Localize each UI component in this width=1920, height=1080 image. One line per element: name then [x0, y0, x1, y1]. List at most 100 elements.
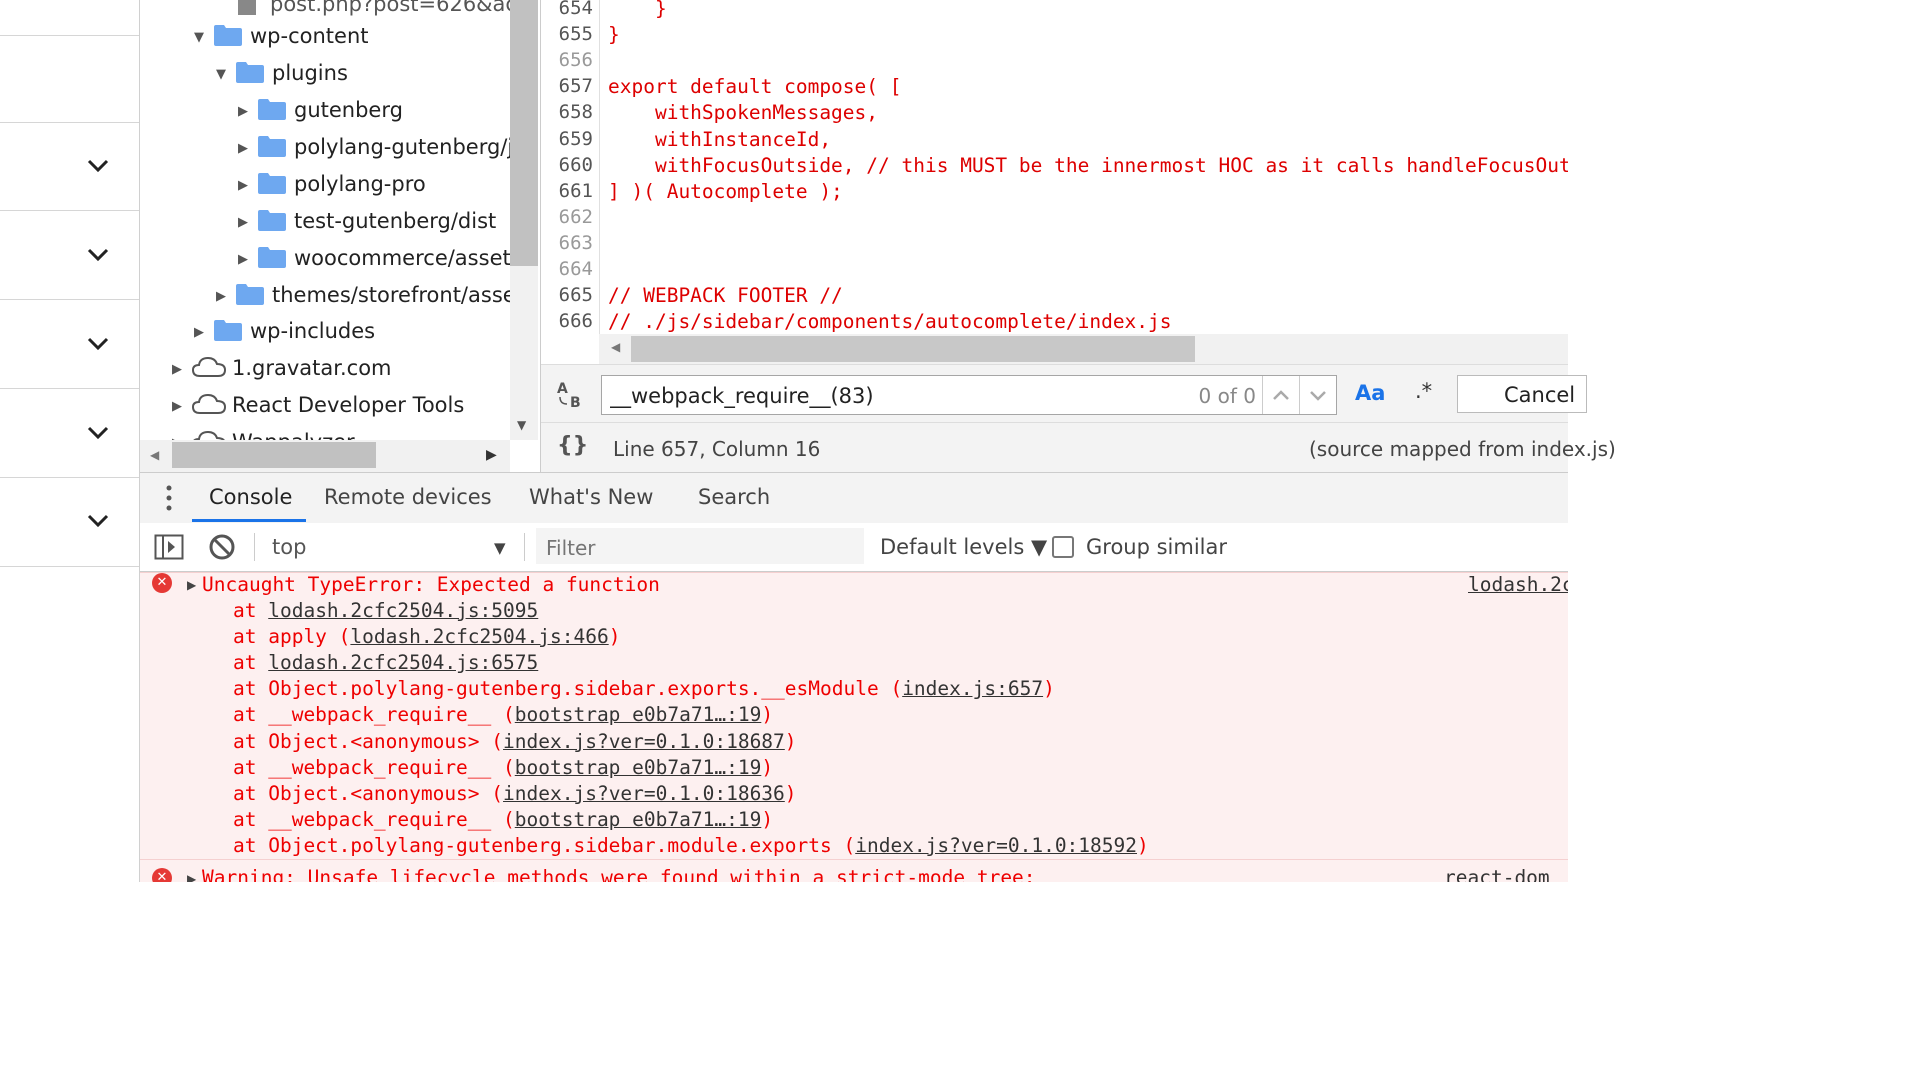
dropdown-arrow-icon[interactable]: ▼: [494, 539, 506, 557]
tab-remote-devices[interactable]: Remote devices: [324, 485, 492, 509]
error-source-link[interactable]: lodash.2cfc2504.js:5095: [1468, 573, 1568, 596]
tree-item-themes[interactable]: ▶ themes/storefront/asset: [214, 277, 524, 314]
stack-frame-link[interactable]: lodash.2cfc2504.js:6575: [268, 651, 538, 674]
code-line[interactable]: export default compose( [: [608, 75, 902, 98]
expand-triangle-icon[interactable]: ▼: [192, 19, 206, 56]
chevron-down-icon[interactable]: [86, 332, 110, 356]
code-line[interactable]: // WEBPACK FOOTER //: [608, 284, 843, 307]
source-mapped-link[interactable]: (source mapped from index.js): [1309, 437, 1616, 461]
expand-triangle-icon[interactable]: ▶: [214, 278, 228, 315]
scroll-left-arrow-icon[interactable]: ◀: [150, 448, 159, 462]
tree-item-plugins[interactable]: ▼ plugins: [214, 55, 348, 92]
expand-triangle-icon[interactable]: ▼: [214, 56, 228, 93]
regex-button[interactable]: .*: [1415, 379, 1432, 403]
log-levels-dropdown[interactable]: Default levels ▼: [880, 535, 1047, 559]
stack-frame-link[interactable]: bootstrap e0b7a71…:19: [515, 703, 762, 726]
replace-toggle-icon[interactable]: A B: [555, 379, 585, 409]
expand-triangle-icon[interactable]: ▶: [170, 351, 184, 388]
tree-item-polylang-pro[interactable]: ▶ polylang-pro: [236, 166, 426, 203]
expand-triangle-icon[interactable]: ▶: [170, 388, 184, 425]
expand-triangle-icon[interactable]: ▶: [236, 130, 250, 167]
console-warning-message[interactable]: ✕ ▶ Warning: Unsafe lifecycle methods we…: [140, 859, 1568, 882]
stack-frame-link[interactable]: index.js?ver=0.1.0:18636: [503, 782, 785, 805]
stack-frame-link[interactable]: lodash.2cfc2504.js:5095: [268, 599, 538, 622]
stack-frame-link[interactable]: bootstrap e0b7a71…:19: [515, 756, 762, 779]
stack-frame-prefix: at: [233, 599, 269, 622]
line-number[interactable]: 662: [541, 206, 593, 228]
clear-console-icon[interactable]: [208, 533, 236, 561]
line-number[interactable]: 666: [541, 310, 593, 332]
tree-item-gravatar[interactable]: ▶ 1.gravatar.com: [170, 350, 392, 387]
folder-icon: [236, 284, 264, 305]
line-number[interactable]: 664: [541, 258, 593, 280]
console-error-message[interactable]: ✕ ▶ Uncaught TypeError: Expected a funct…: [140, 572, 1568, 859]
expand-triangle-icon[interactable]: ▶: [236, 241, 250, 278]
chevron-down-icon[interactable]: [86, 243, 110, 267]
code-line[interactable]: withInstanceId,: [608, 128, 831, 151]
search-field[interactable]: 0 of 0: [601, 375, 1337, 415]
tree-horizontal-scroll-thumb[interactable]: [172, 442, 376, 468]
filter-field[interactable]: [536, 528, 864, 564]
cancel-button[interactable]: Cancel: [1457, 375, 1587, 413]
scroll-left-arrow-icon[interactable]: ◀: [611, 340, 620, 354]
chevron-down-icon[interactable]: [86, 509, 110, 533]
chevron-down-icon[interactable]: [86, 154, 110, 178]
tab-console[interactable]: Console: [209, 485, 292, 509]
expand-triangle-icon[interactable]: ▶: [187, 578, 196, 592]
sidebar-toggle-icon[interactable]: [154, 534, 184, 560]
expand-triangle-icon[interactable]: ▶: [192, 314, 206, 351]
filter-input[interactable]: [544, 534, 848, 562]
stack-frame-link[interactable]: index.js?ver=0.1.0:18687: [503, 730, 785, 753]
line-number[interactable]: 659: [541, 128, 593, 150]
chevron-down-icon[interactable]: [86, 421, 110, 445]
tree-item-woocommerce[interactable]: ▶ woocommerce/assets: [236, 240, 522, 277]
more-menu-icon[interactable]: [166, 485, 172, 511]
stack-frame-link[interactable]: lodash.2cfc2504.js:466: [350, 625, 608, 648]
stack-frame-prefix: at apply (: [233, 625, 351, 649]
next-match-button[interactable]: [1299, 376, 1336, 414]
stack-frame-link[interactable]: index.js?ver=0.1.0:18592: [855, 834, 1137, 857]
line-number[interactable]: 654: [541, 0, 593, 19]
code-line[interactable]: }: [608, 23, 620, 46]
line-number[interactable]: 663: [541, 232, 593, 254]
line-number[interactable]: 661: [541, 180, 593, 202]
scroll-right-arrow-icon[interactable]: ▶: [486, 447, 497, 463]
tree-vertical-scroll-thumb[interactable]: [510, 0, 538, 266]
scroll-down-arrow-icon[interactable]: ▼: [517, 418, 526, 432]
context-select[interactable]: top: [272, 535, 306, 559]
code-editor[interactable]: 654 655 656 657 658 659 660 661 662 663 664 665 666 …: [541, 0, 1568, 364]
warning-source-link[interactable]: react-dom: [1444, 866, 1550, 882]
expand-triangle-icon[interactable]: ▶: [236, 93, 250, 130]
line-number[interactable]: 665: [541, 284, 593, 306]
tab-whats-new[interactable]: What's New: [529, 485, 653, 509]
line-number[interactable]: 655: [541, 23, 593, 45]
code-line[interactable]: }: [608, 0, 667, 20]
expand-triangle-icon[interactable]: ▶: [236, 167, 250, 204]
tree-item-wp-includes[interactable]: ▶ wp-includes: [192, 313, 375, 350]
tree-item-test-gutenberg[interactable]: ▶ test-gutenberg/dist: [236, 203, 496, 240]
tab-search[interactable]: Search: [698, 485, 770, 509]
tree-item-wp-content[interactable]: ▼ wp-content: [192, 18, 368, 55]
expand-triangle-icon[interactable]: ▶: [187, 872, 196, 882]
code-line[interactable]: withFocusOutside, // this MUST be the in…: [608, 154, 1568, 177]
tree-item-gutenberg[interactable]: ▶ gutenberg: [236, 92, 403, 129]
pretty-print-button[interactable]: {}: [557, 433, 588, 458]
line-number[interactable]: 660: [541, 154, 593, 176]
code-line[interactable]: // ./js/sidebar/components/autocomplete/…: [608, 310, 1172, 333]
code-line[interactable]: withSpokenMessages,: [608, 101, 878, 124]
match-case-button[interactable]: Aa: [1355, 381, 1385, 405]
stack-frame-link[interactable]: index.js:657: [902, 677, 1043, 700]
line-number[interactable]: 657: [541, 75, 593, 97]
previous-match-button[interactable]: [1262, 376, 1299, 414]
line-number[interactable]: 658: [541, 101, 593, 123]
expand-triangle-icon[interactable]: ▶: [236, 204, 250, 241]
tree-item-polylang-gutenberg[interactable]: ▶ polylang-gutenberg/js: [236, 129, 524, 166]
group-similar-checkbox[interactable]: [1052, 536, 1074, 558]
stack-frame-link[interactable]: bootstrap e0b7a71…:19: [515, 808, 762, 831]
editor-horizontal-scroll-thumb[interactable]: [631, 336, 1195, 362]
search-input[interactable]: [608, 381, 1172, 411]
tree-item-react-devtools[interactable]: ▶ React Developer Tools: [170, 387, 464, 424]
line-number[interactable]: 656: [541, 49, 593, 71]
code-line[interactable]: ] )( Autocomplete );: [608, 180, 843, 203]
folder-icon: [258, 136, 286, 157]
